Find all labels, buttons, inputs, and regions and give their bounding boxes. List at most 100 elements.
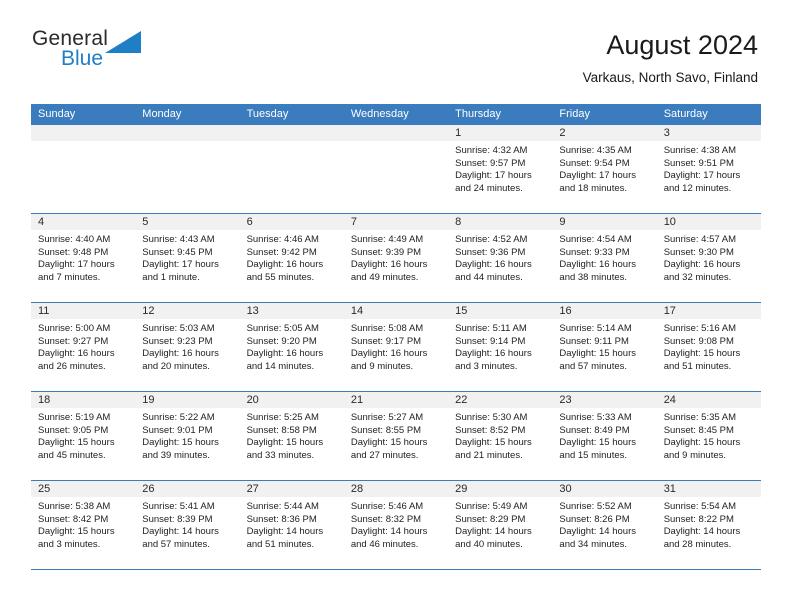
day-number: 15 — [448, 303, 553, 319]
day-daylight-line: and 1 minute. — [142, 271, 200, 283]
calendar-day-cell[interactable]: 25 Sunrise: 5:38 AM Sunset: 8:42 PM Dayligh… — [31, 481, 136, 569]
calendar-day-cell[interactable]: 9 Sunrise: 4:54 AM Sunset: 9:33 PM Daylight… — [552, 214, 657, 302]
day-number: 5 — [135, 214, 240, 230]
day-daylight-line: and 34 minutes. — [559, 538, 628, 550]
day-sunset-line: Sunset: 9:57 PM — [455, 157, 526, 169]
logo[interactable]: General Blue — [32, 28, 152, 74]
calendar-day-cell[interactable]: 17 Sunrise: 5:16 AM Sunset: 9:08 PM Dayligh… — [656, 303, 761, 391]
calendar-day-cell[interactable]: 24 Sunrise: 5:35 AM Sunset: 8:45 PM Dayligh… — [656, 392, 761, 480]
day-daylight-line: Daylight: 15 hours — [559, 437, 636, 449]
calendar-day-cell-empty — [239, 125, 344, 213]
calendar-day-cell-empty — [343, 125, 449, 213]
day-number: 30 — [552, 481, 657, 497]
day-sunset-line: Sunset: 8:26 PM — [559, 513, 630, 525]
day-details: Sunrise: 4:49 AM Sunset: 9:39 PM Daylight:… — [344, 230, 448, 284]
calendar-day-cell[interactable]: 10 Sunrise: 4:57 AM Sunset: 9:30 PM Dayligh… — [656, 214, 761, 302]
calendar-day-cell-empty — [31, 125, 136, 213]
day-number: 2 — [552, 125, 657, 141]
day-daylight-line: Daylight: 17 hours — [38, 259, 115, 271]
calendar-day-cell[interactable]: 27 Sunrise: 5:44 AM Sunset: 8:36 PM Dayligh… — [239, 481, 344, 569]
calendar-day-cell[interactable]: 11 Sunrise: 5:00 AM Sunset: 9:27 PM Dayligh… — [31, 303, 136, 391]
calendar-day-cell[interactable]: 5 Sunrise: 4:43 AM Sunset: 9:45 PM Daylight… — [135, 214, 240, 302]
day-sunset-line: Sunset: 9:27 PM — [38, 335, 109, 347]
calendar-day-cell[interactable]: 7 Sunrise: 4:49 AM Sunset: 9:39 PM Daylight… — [343, 214, 449, 302]
day-sunset-line: Sunset: 9:36 PM — [455, 246, 526, 258]
calendar-day-cell[interactable]: 15 Sunrise: 5:11 AM Sunset: 9:14 PM Dayligh… — [448, 303, 553, 391]
calendar-day-cell[interactable]: 2 Sunrise: 4:35 AM Sunset: 9:54 PM Daylight… — [552, 125, 657, 213]
calendar-day-cell[interactable]: 30 Sunrise: 5:52 AM Sunset: 8:26 PM Dayligh… — [552, 481, 657, 569]
day-sunset-line: Sunset: 8:39 PM — [142, 513, 213, 525]
calendar-day-cell[interactable]: 16 Sunrise: 5:14 AM Sunset: 9:11 PM Dayligh… — [552, 303, 657, 391]
day-number: 16 — [552, 303, 657, 319]
calendar-day-cell[interactable]: 21 Sunrise: 5:27 AM Sunset: 8:55 PM Dayligh… — [343, 392, 449, 480]
calendar-day-cell[interactable]: 13 Sunrise: 5:05 AM Sunset: 9:20 PM Dayligh… — [239, 303, 344, 391]
day-daylight-line: and 15 minutes. — [559, 449, 628, 461]
calendar-day-cell[interactable]: 8 Sunrise: 4:52 AM Sunset: 9:36 PM Daylight… — [448, 214, 553, 302]
calendar-week-row: 25 Sunrise: 5:38 AM Sunset: 8:42 PM Dayligh… — [31, 481, 761, 570]
day-details: Sunrise: 4:38 AM Sunset: 9:51 PM Daylight:… — [657, 141, 761, 195]
day-sunset-line: Sunset: 9:01 PM — [142, 424, 213, 436]
day-sunset-line: Sunset: 9:54 PM — [559, 157, 630, 169]
day-daylight-line: Daylight: 16 hours — [142, 348, 219, 360]
day-daylight-line: and 3 minutes. — [455, 360, 518, 372]
day-sunset-line: Sunset: 8:29 PM — [455, 513, 526, 525]
day-number: 28 — [343, 481, 449, 497]
day-sunset-line: Sunset: 8:58 PM — [246, 424, 317, 436]
day-daylight-line: and 49 minutes. — [350, 271, 419, 283]
day-number — [135, 125, 240, 141]
calendar-day-cell[interactable]: 6 Sunrise: 4:46 AM Sunset: 9:42 PM Daylight… — [239, 214, 344, 302]
day-sunrise-line: Sunrise: 5:30 AM — [455, 412, 528, 423]
day-details: Sunrise: 5:52 AM Sunset: 8:26 PM Daylight:… — [552, 497, 656, 551]
day-number: 18 — [31, 392, 136, 408]
day-daylight-line: Daylight: 16 hours — [350, 348, 428, 360]
day-sunrise-line: Sunrise: 5:27 AM — [350, 412, 424, 423]
day-daylight-line: and 24 minutes. — [455, 182, 523, 194]
day-daylight-line: and 57 minutes. — [142, 538, 210, 550]
day-details: Sunrise: 5:30 AM Sunset: 8:52 PM Daylight:… — [448, 408, 552, 462]
calendar-day-cell[interactable]: 23 Sunrise: 5:33 AM Sunset: 8:49 PM Dayligh… — [552, 392, 657, 480]
calendar-day-cell[interactable]: 4 Sunrise: 4:40 AM Sunset: 9:48 PM Daylight… — [31, 214, 136, 302]
day-details: Sunrise: 5:54 AM Sunset: 8:22 PM Daylight:… — [657, 497, 761, 551]
calendar-day-cell[interactable]: 22 Sunrise: 5:30 AM Sunset: 8:52 PM Dayligh… — [448, 392, 553, 480]
day-details: Sunrise: 5:11 AM Sunset: 9:14 PM Daylight:… — [448, 319, 552, 373]
calendar-day-cell[interactable]: 28 Sunrise: 5:46 AM Sunset: 8:32 PM Dayligh… — [343, 481, 449, 569]
day-sunset-line: Sunset: 8:52 PM — [455, 424, 526, 436]
title-block: August 2024 Varkaus, North Savo, Finland — [583, 28, 758, 85]
calendar-day-cell[interactable]: 31 Sunrise: 5:54 AM Sunset: 8:22 PM Dayligh… — [656, 481, 761, 569]
weekday-header-saturday: Saturday — [663, 108, 708, 120]
day-daylight-line: Daylight: 15 hours — [350, 437, 428, 449]
day-daylight-line: and 57 minutes. — [559, 360, 628, 372]
calendar-day-cell[interactable]: 18 Sunrise: 5:19 AM Sunset: 9:05 PM Dayligh… — [31, 392, 136, 480]
day-sunset-line: Sunset: 9:51 PM — [663, 157, 734, 169]
day-number: 10 — [656, 214, 761, 230]
day-details: Sunrise: 5:00 AM Sunset: 9:27 PM Daylight:… — [31, 319, 135, 373]
page-subtitle: Varkaus, North Savo, Finland — [582, 70, 758, 86]
day-sunrise-line: Sunrise: 4:57 AM — [663, 234, 737, 245]
weekday-header-wednesday: Wednesday — [350, 108, 409, 120]
day-number: 6 — [239, 214, 344, 230]
day-daylight-line: Daylight: 15 hours — [38, 437, 115, 449]
day-daylight-line: Daylight: 14 hours — [455, 526, 532, 538]
day-daylight-line: Daylight: 16 hours — [246, 348, 324, 360]
day-daylight-line: and 21 minutes. — [455, 449, 523, 461]
calendar-day-cell[interactable]: 1 Sunrise: 4:32 AM Sunset: 9:57 PM Daylight… — [448, 125, 553, 213]
day-number — [239, 125, 344, 141]
day-sunrise-line: Sunrise: 5:08 AM — [350, 323, 424, 334]
day-sunrise-line: Sunrise: 4:49 AM — [350, 234, 424, 245]
day-details: Sunrise: 5:22 AM Sunset: 9:01 PM Daylight:… — [135, 408, 239, 462]
day-daylight-line: and 3 minutes. — [38, 538, 101, 550]
calendar-day-cell[interactable]: 20 Sunrise: 5:25 AM Sunset: 8:58 PM Dayligh… — [239, 392, 344, 480]
day-daylight-line: Daylight: 17 hours — [142, 259, 219, 271]
calendar-day-cell[interactable]: 14 Sunrise: 5:08 AM Sunset: 9:17 PM Dayligh… — [343, 303, 449, 391]
calendar-day-cell[interactable]: 3 Sunrise: 4:38 AM Sunset: 9:51 PM Daylight… — [656, 125, 761, 213]
day-sunset-line: Sunset: 8:32 PM — [350, 513, 422, 525]
calendar-day-cell[interactable]: 19 Sunrise: 5:22 AM Sunset: 9:01 PM Dayligh… — [135, 392, 240, 480]
day-sunrise-line: Sunrise: 5:00 AM — [38, 323, 111, 334]
calendar-day-cell[interactable]: 26 Sunrise: 5:41 AM Sunset: 8:39 PM Dayligh… — [135, 481, 240, 569]
day-details: Sunrise: 4:43 AM Sunset: 9:45 PM Daylight:… — [135, 230, 239, 284]
day-sunset-line: Sunset: 8:36 PM — [246, 513, 317, 525]
day-number — [343, 125, 449, 141]
calendar-day-cell[interactable]: 29 Sunrise: 5:49 AM Sunset: 8:29 PM Dayligh… — [448, 481, 553, 569]
page-header: General Blue August 2024 Varkaus, North … — [0, 0, 792, 85]
calendar-day-cell[interactable]: 12 Sunrise: 5:03 AM Sunset: 9:23 PM Dayligh… — [135, 303, 240, 391]
